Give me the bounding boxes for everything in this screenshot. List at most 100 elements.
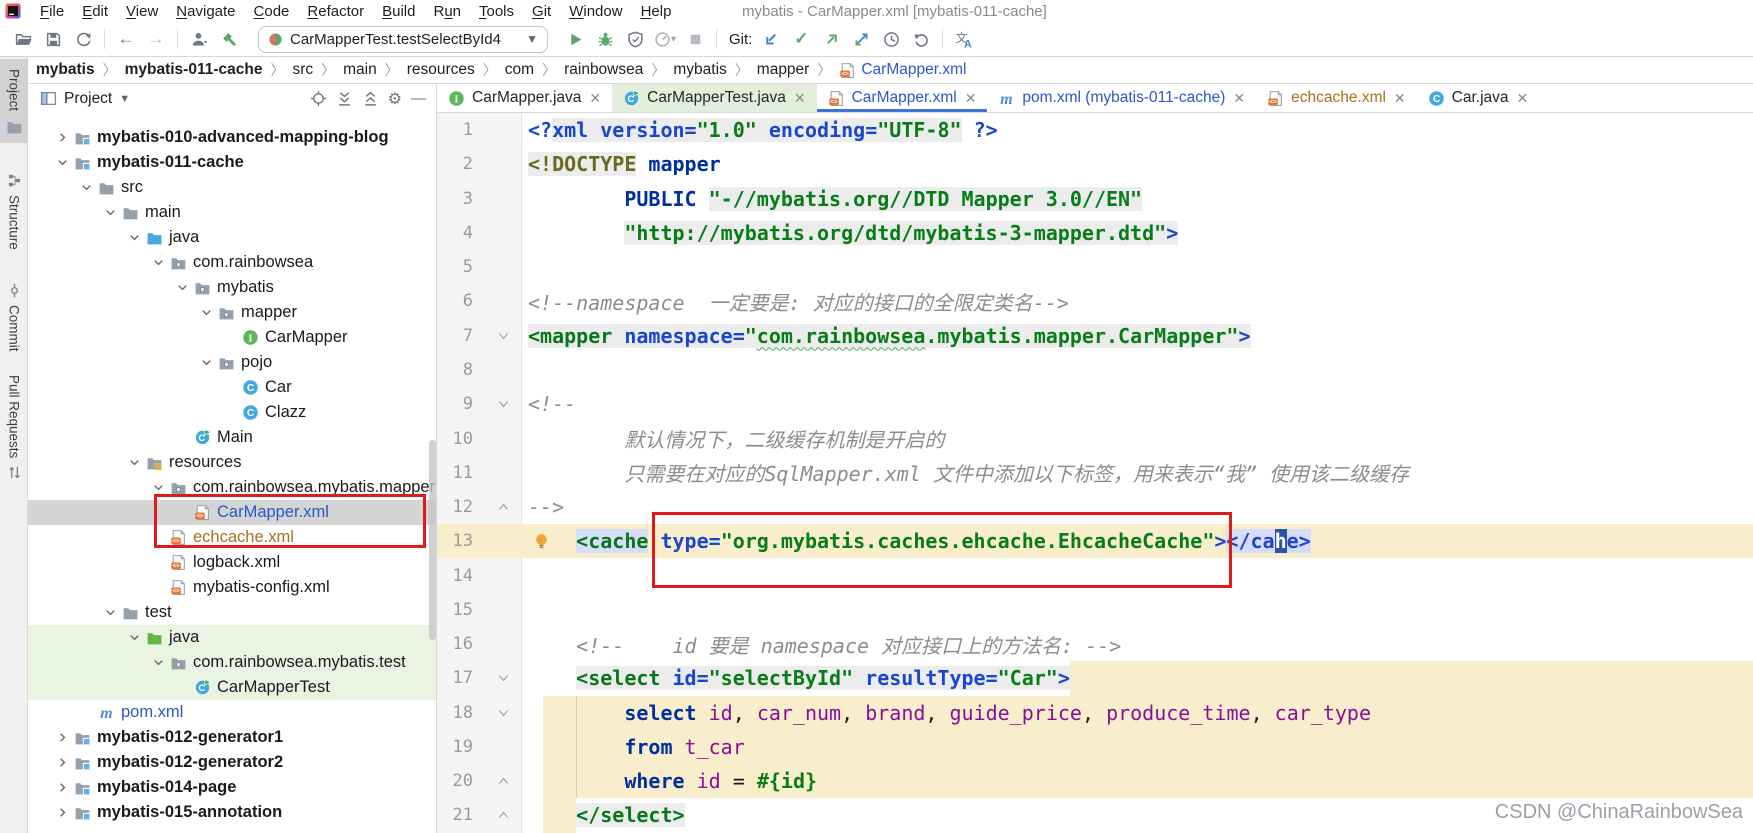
code-line-4[interactable]: 4 "http://mybatis.org/dtd/mybatis-3-mapp… — [437, 216, 1753, 250]
chevron-down-icon[interactable] — [196, 305, 216, 320]
tree-item-mybatis-012-generator1[interactable]: mybatis-012-generator1 — [28, 725, 436, 750]
code-editor[interactable]: 1 <?xml version="1.0" encoding="UTF-8" ?>… — [437, 113, 1753, 833]
git-commit-button[interactable]: ✓ — [786, 26, 816, 53]
fold-collapse-icon[interactable] — [497, 329, 510, 342]
chevron-right-icon[interactable] — [52, 780, 72, 795]
open-folder-button[interactable] — [8, 26, 38, 53]
code-line-9[interactable]: 9 <!-- — [437, 387, 1753, 421]
chevron-right-icon[interactable] — [52, 805, 72, 820]
debug-button[interactable] — [590, 26, 620, 53]
code-line-5[interactable]: 5 — [437, 250, 1753, 284]
tree-item-mybatis-012-generator2[interactable]: mybatis-012-generator2 — [28, 750, 436, 775]
menu-window[interactable]: Window — [560, 3, 631, 20]
rollback-button[interactable] — [906, 26, 936, 53]
menu-build[interactable]: Build — [373, 3, 424, 20]
breadcrumb-item-carmapper-xml[interactable]: <> CarMapper.xml — [839, 61, 966, 79]
tree-item-java[interactable]: java — [28, 225, 436, 250]
menu-code[interactable]: Code — [245, 3, 299, 20]
chevron-right-icon[interactable] — [52, 755, 72, 770]
tree-item-pom-xml[interactable]: m pom.xml — [28, 700, 436, 725]
breadcrumb-item-mybatis-011-cache[interactable]: mybatis-011-cache — [125, 61, 263, 79]
user-button[interactable] — [184, 26, 214, 53]
git-diff-button[interactable] — [846, 26, 876, 53]
locate-icon[interactable] — [310, 90, 327, 107]
code-line-1[interactable]: 1 <?xml version="1.0" encoding="UTF-8" ?> — [437, 113, 1753, 147]
back-arrow-button[interactable]: ← — [111, 26, 141, 53]
code-line-20[interactable]: 20 where id = #{id} — [437, 764, 1753, 799]
close-icon[interactable]: ✕ — [965, 90, 977, 107]
tree-item-mybatis-014-page[interactable]: mybatis-014-page — [28, 775, 436, 800]
tree-item-mybatis-010-advanced-mapping-blog[interactable]: mybatis-010-advanced-mapping-blog — [28, 125, 436, 150]
chevron-down-icon[interactable] — [124, 230, 144, 245]
tab-car-java[interactable]: C Car.java ✕ — [1417, 84, 1540, 112]
code-line-3[interactable]: 3 PUBLIC "-//mybatis.org//DTD Mapper 3.0… — [437, 182, 1753, 216]
menu-navigate[interactable]: Navigate — [167, 3, 244, 20]
chevron-down-icon[interactable] — [76, 180, 96, 195]
expand-all-icon[interactable] — [336, 90, 353, 107]
tab-carmappertest-java[interactable]: C CarMapperTest.java ✕ — [612, 84, 817, 112]
chevron-down-icon[interactable]: ▼ — [119, 93, 130, 105]
stripe-button-structure[interactable]: Structure — [0, 173, 28, 250]
intention-bulb-icon[interactable] — [533, 533, 550, 550]
hammer-button[interactable] — [214, 26, 244, 53]
tree-item-mybatis-011-cache[interactable]: mybatis-011-cache — [28, 150, 436, 175]
tree-item-resources[interactable]: resources — [28, 450, 436, 475]
forward-arrow-button[interactable]: → — [141, 26, 171, 53]
tree-item-mybatis[interactable]: mybatis — [28, 275, 436, 300]
fold-expand-icon[interactable] — [497, 809, 510, 822]
code-line-15[interactable]: 15 — [437, 593, 1753, 627]
tree-item-main[interactable]: C Main — [28, 425, 436, 450]
code-line-18[interactable]: 18 select id, car_num, brand, guide_pric… — [437, 695, 1753, 730]
stripe-button-pull-requests[interactable]: Pull Requests — [0, 375, 28, 480]
coverage-button[interactable] — [620, 26, 650, 53]
run-configuration-select[interactable]: CarMapperTest.testSelectById4 ▼ — [258, 25, 548, 53]
tree-item-carmappertest[interactable]: C CarMapperTest — [28, 675, 436, 700]
chevron-right-icon[interactable] — [52, 130, 72, 145]
tree-item-carmapper[interactable]: I CarMapper — [28, 325, 436, 350]
tree-item-logback-xml[interactable]: <> logback.xml — [28, 550, 436, 575]
code-line-6[interactable]: 6 <!--namespace 一定要是: 对应的接口的全限定类名--> — [437, 284, 1753, 318]
chevron-down-icon[interactable] — [196, 355, 216, 370]
tab-echcache-xml[interactable]: <> echcache.xml ✕ — [1256, 84, 1417, 112]
code-line-19[interactable]: 19 from t_car — [437, 729, 1753, 765]
code-line-7[interactable]: 7 <mapper namespace="com.rainbowsea.mybat… — [437, 319, 1753, 353]
save-button[interactable] — [38, 26, 68, 53]
project-scrollbar[interactable] — [429, 440, 436, 640]
tree-item-clazz[interactable]: C Clazz — [28, 400, 436, 425]
fold-collapse-icon[interactable] — [497, 398, 510, 411]
history-button[interactable] — [876, 26, 906, 53]
git-update-button[interactable] — [756, 26, 786, 53]
stop-button[interactable] — [680, 26, 710, 53]
tree-item-main[interactable]: main — [28, 200, 436, 225]
menu-refactor[interactable]: Refactor — [298, 3, 373, 20]
tree-item-com-rainbowsea-mybatis-test[interactable]: com.rainbowsea.mybatis.test — [28, 650, 436, 675]
tab-pom-xml-mybatis-011-cache-[interactable]: m pom.xml (mybatis-011-cache) ✕ — [987, 84, 1256, 112]
menu-run[interactable]: Run — [424, 3, 470, 20]
tree-item-test[interactable]: test — [28, 600, 436, 625]
chevron-down-icon[interactable] — [148, 480, 168, 495]
breadcrumb-item-mybatis[interactable]: mybatis — [36, 61, 95, 79]
breadcrumb-item-src[interactable]: src — [292, 61, 313, 79]
menu-file[interactable]: File — [31, 3, 73, 20]
breadcrumb-item-main[interactable]: main — [343, 61, 377, 79]
collapse-all-icon[interactable] — [362, 90, 379, 107]
chevron-down-icon[interactable] — [148, 255, 168, 270]
stripe-button-commit[interactable]: Commit — [0, 283, 28, 352]
menu-git[interactable]: Git — [523, 3, 560, 20]
menu-help[interactable]: Help — [632, 3, 681, 20]
fold-collapse-icon[interactable] — [497, 672, 510, 685]
chevron-down-icon[interactable] — [148, 655, 168, 670]
tab-carmapper-xml[interactable]: <> CarMapper.xml ✕ — [817, 84, 988, 112]
tree-item-mybatis-015-annotation[interactable]: mybatis-015-annotation — [28, 800, 436, 825]
git-push-button[interactable] — [816, 26, 846, 53]
fold-expand-icon[interactable] — [497, 775, 510, 788]
code-line-16[interactable]: 16 <!-- id 要是 namespace 对应接口上的方法名: --> — [437, 627, 1753, 661]
breadcrumb-item-mapper[interactable]: mapper — [757, 61, 810, 79]
fold-expand-icon[interactable] — [497, 501, 510, 514]
tree-item-mybatis-config-xml[interactable]: <> mybatis-config.xml — [28, 575, 436, 600]
breadcrumb-item-rainbowsea[interactable]: rainbowsea — [564, 61, 643, 79]
sync-button[interactable] — [68, 26, 98, 53]
code-line-17[interactable]: 17 <select id="selectById" resultType="C… — [437, 661, 1753, 696]
chevron-right-icon[interactable] — [52, 730, 72, 745]
profiler-button[interactable]: ▾ — [650, 26, 680, 53]
